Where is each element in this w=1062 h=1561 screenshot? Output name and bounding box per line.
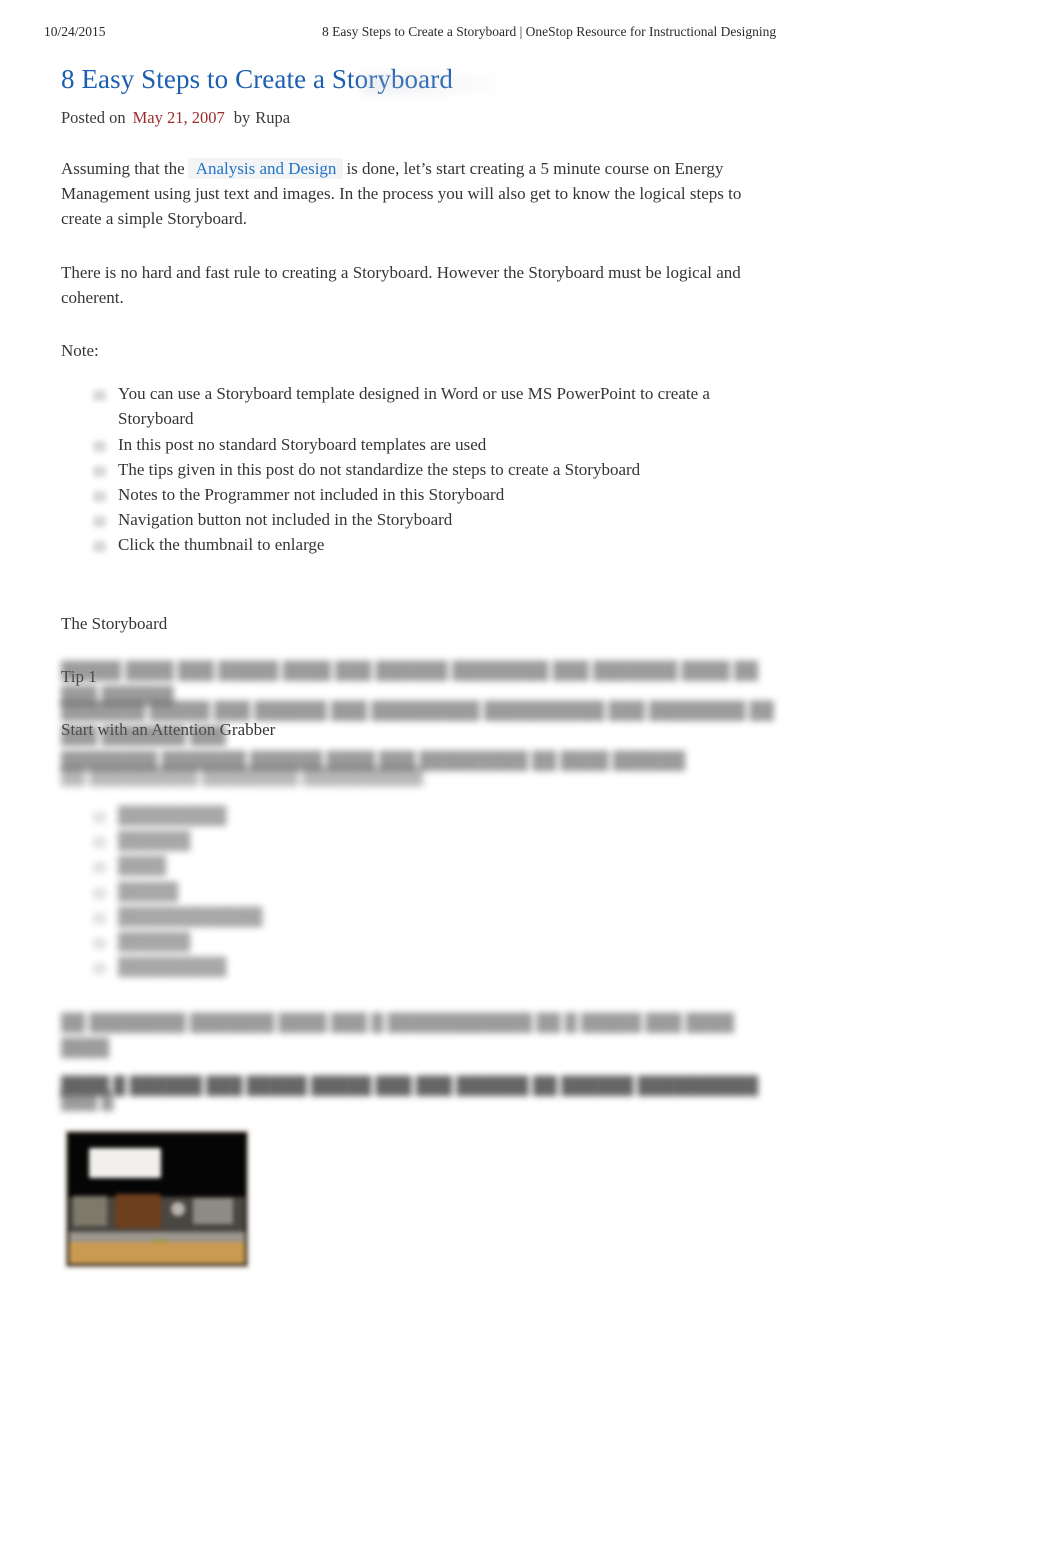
bullet-icon: [93, 516, 106, 528]
bullet-icon: [93, 812, 106, 823]
list-item: The tips given in this post do not stand…: [93, 457, 761, 482]
list-item-label: In this post no standard Storyboard temp…: [118, 434, 487, 454]
by-label: by: [233, 108, 251, 127]
bullet-icon: [93, 541, 106, 553]
obscured-bullet-list: █████████ ██████ ████ █████ ████████████…: [61, 803, 781, 979]
bullet-icon: [93, 862, 106, 874]
list-item-label: Notes to the Programmer not included in …: [118, 485, 505, 505]
list-item-label: Click the thumbnail to enlarge: [118, 535, 325, 555]
page-title[interactable]: 8 Easy Steps to Create a Storyboard: [61, 62, 511, 96]
paragraph-intro-before: Assuming that the: [61, 159, 185, 178]
list-item-label: ██████: [118, 831, 191, 851]
list-item-label: █████████: [118, 806, 227, 825]
post-author: Rupa: [255, 108, 291, 127]
post-meta: Posted on May 21, 2007 by Rupa: [61, 107, 761, 129]
bullet-icon: [93, 938, 106, 950]
print-header-date: 10/24/2015: [44, 24, 106, 39]
obscured-paragraph-c: ██ █████████ ████████ ██████████: [61, 763, 781, 788]
bullet-icon: [93, 465, 106, 477]
thumbnail-gray-block-right: [193, 1198, 233, 1224]
list-item-label: Navigation button not included in the St…: [118, 510, 453, 530]
obscured-list: █████████ ██████ ████ █████ ████████████…: [61, 803, 781, 979]
bullet-icon: [93, 887, 106, 899]
list-item: ████████████: [93, 904, 781, 929]
obscured-line: ███ █: [61, 1091, 114, 1110]
bullet-icon: [93, 390, 106, 402]
article-body: 8 Easy Steps to Create a Storyboard Post…: [61, 62, 761, 742]
list-item-label: You can use a Storyboard template design…: [118, 384, 710, 429]
thumbnail-tan-footer: [69, 1242, 245, 1264]
bullet-icon: [93, 837, 106, 849]
bullet-icon: [93, 440, 106, 452]
list-item: Navigation button not included in the St…: [93, 507, 761, 532]
list-item: █████████: [93, 803, 781, 828]
list-item-label: █████████: [118, 957, 227, 977]
thumbnail-dot: [171, 1202, 185, 1216]
paragraph-intro: Assuming that the Analysis and Design is d…: [61, 156, 761, 232]
obscured-paragraph-d: ██ ████████ ███████ ████ ███ █ █████████…: [61, 1010, 781, 1099]
paragraph-rule: There is no hard and fast rule to creati…: [61, 262, 741, 307]
list-item: In this post no standard Storyboard temp…: [93, 432, 761, 457]
storyboard-thumbnail[interactable]: [64, 1129, 250, 1269]
bullet-icon: [93, 491, 106, 503]
bullet-icon: [93, 963, 106, 975]
thumbnail-brown-block: [115, 1194, 161, 1228]
list-item: Click the thumbnail to enlarge: [93, 532, 761, 557]
section-heading-storyboard: The Storyboard: [61, 613, 168, 633]
list-item-label: ████: [118, 856, 167, 876]
list-item-label: ██████: [118, 932, 191, 952]
analysis-and-design-link[interactable]: Analysis and Design: [187, 158, 344, 179]
posted-on-label: Posted on: [61, 108, 126, 127]
obscured-line: ██ ████████ ███████ ████ ███ █ █████████…: [61, 1013, 735, 1058]
thumbnail-white-block: [89, 1148, 161, 1178]
print-header: 10/24/2015 8 Easy Steps to Create a Stor…: [0, 24, 1062, 44]
list-item: ██████: [93, 929, 781, 954]
obscured-line: ███████ █████ ███ ██████ ███ █████████ █…: [61, 701, 774, 746]
obscured-tip-2-label: ███ █: [61, 1088, 781, 1113]
list-item-label: The tips given in this post do not stand…: [118, 459, 641, 479]
list-item: █████████: [93, 954, 781, 979]
print-header-title: 8 Easy Steps to Create a Storyboard | On…: [322, 24, 777, 39]
list-item: You can use a Storyboard template design…: [93, 381, 761, 431]
note-list: You can use a Storyboard template design…: [61, 381, 761, 557]
page-title-text: 8 Easy Steps to Create a Storyboard: [61, 64, 453, 94]
obscured-line: ██ █████████ ████████ ██████████: [61, 766, 424, 785]
post-date-link[interactable]: May 21, 2007: [133, 108, 225, 127]
thumbnail-gray-block-left: [73, 1196, 107, 1226]
list-item-label: █████: [118, 881, 179, 901]
list-item: Notes to the Programmer not included in …: [93, 482, 761, 507]
list-item: ██████: [93, 828, 781, 853]
bullet-icon: [93, 912, 106, 924]
list-item: █████: [93, 879, 781, 904]
list-item-label: ████████████: [118, 906, 263, 926]
list-item: ████: [93, 853, 781, 878]
note-label: Note:: [61, 341, 99, 361]
